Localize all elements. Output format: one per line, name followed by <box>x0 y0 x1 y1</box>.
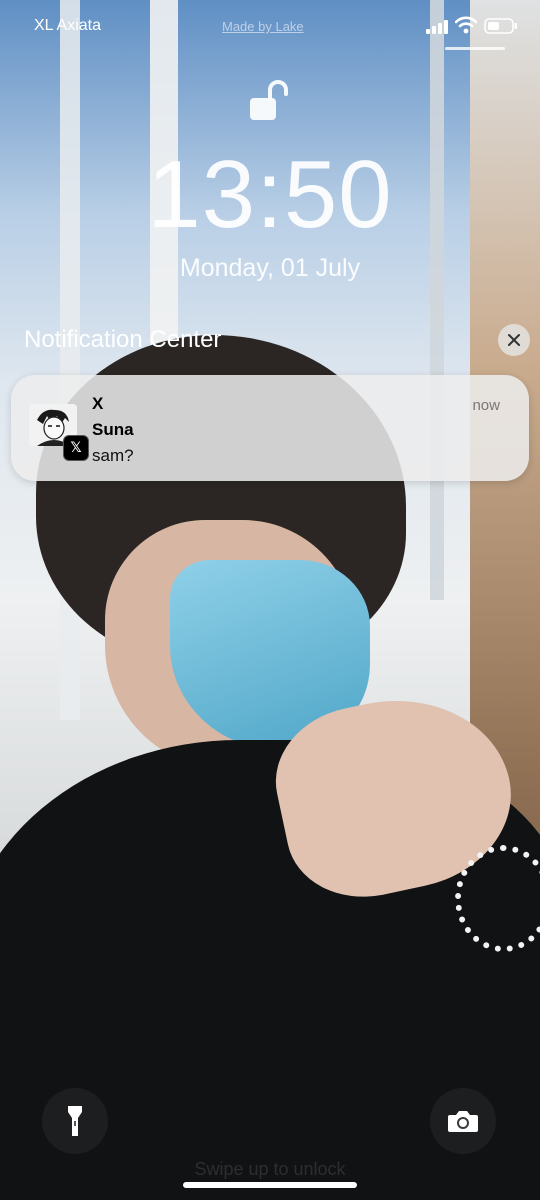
x-logo-icon: 𝕏 <box>63 435 89 461</box>
unlocked-padlock-icon <box>250 80 288 120</box>
notification-app-name: X <box>92 394 104 413</box>
battery-icon <box>484 18 517 34</box>
swipe-up-hint: Swipe up to unlock <box>194 1159 346 1179</box>
lock-screen-date: Monday, 01 July <box>179 254 361 282</box>
clear-notifications-button[interactable] <box>498 324 530 356</box>
flashlight-button[interactable] <box>42 1088 108 1154</box>
carrier-name: XL Axiata <box>34 17 102 34</box>
camera-button[interactable] <box>430 1088 496 1154</box>
notification-sender: Suna <box>92 420 134 439</box>
close-icon <box>508 334 520 346</box>
notification-time: now <box>472 397 500 414</box>
flashlight-icon <box>68 1106 82 1136</box>
notification-center-title: Notification Center <box>24 326 222 353</box>
home-indicator[interactable] <box>183 1182 357 1188</box>
notification-message: sam? <box>92 446 134 465</box>
cellular-signal-icon <box>426 20 448 34</box>
watermark-text: Made by Lake <box>222 19 304 34</box>
notification-card[interactable]: 𝕏 X Suna sam? now <box>11 375 529 481</box>
wifi-icon <box>455 16 477 34</box>
camera-icon <box>448 1111 478 1132</box>
control-center-grabber[interactable] <box>445 47 505 50</box>
status-bar: XL Axiata Made by Lake <box>0 0 540 56</box>
lock-screen-time: 13:50 <box>147 141 393 248</box>
